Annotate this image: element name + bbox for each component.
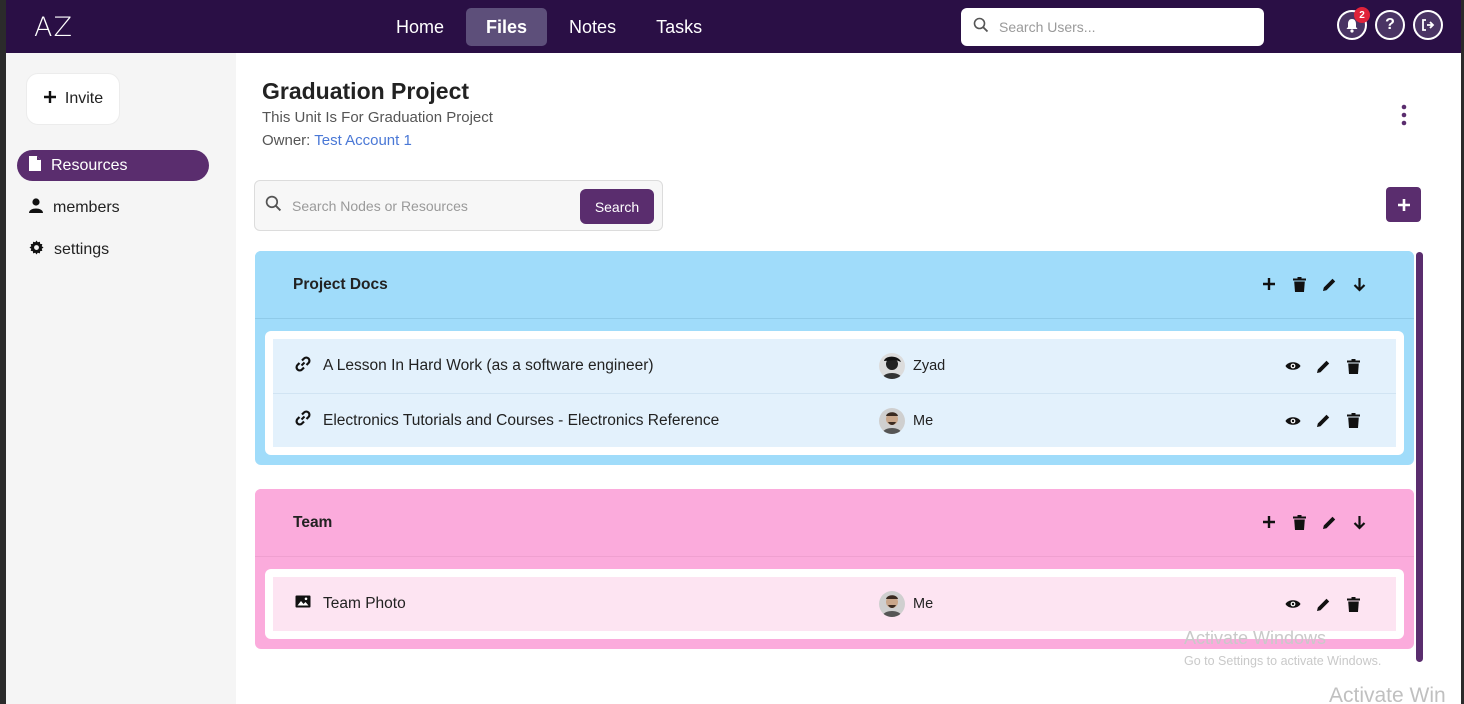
top-navbar: AZ Home Files Notes Tasks 2 ? xyxy=(6,0,1461,53)
page-title: Graduation Project xyxy=(262,78,470,104)
trash-icon[interactable] xyxy=(1291,275,1307,293)
help-button[interactable]: ? xyxy=(1375,10,1405,40)
resource-owner: Me xyxy=(879,591,933,617)
more-options-button[interactable] xyxy=(1395,104,1413,126)
invite-button[interactable]: Invite xyxy=(26,73,120,125)
file-icon xyxy=(29,155,41,176)
node-header[interactable]: Project Docs xyxy=(255,251,1414,319)
resource-name[interactable]: Electronics Tutorials and Courses - Elec… xyxy=(323,412,719,430)
scrollbar[interactable] xyxy=(1416,252,1423,662)
resource-actions xyxy=(1285,412,1361,430)
sidebar-item-resources[interactable]: Resources xyxy=(17,150,209,181)
sidebar-item-members[interactable]: members xyxy=(17,192,209,223)
trash-icon[interactable] xyxy=(1291,513,1307,531)
activation-watermark-title: Activate Windows xyxy=(1184,628,1327,648)
user-search-box xyxy=(961,8,1264,46)
main-nav: Home Files Notes Tasks xyxy=(378,8,720,46)
plus-icon xyxy=(1397,198,1410,211)
arrow-down-icon[interactable] xyxy=(1351,513,1367,531)
resource-owner: Zyad xyxy=(879,353,945,379)
image-icon xyxy=(295,595,311,613)
pencil-icon[interactable] xyxy=(1321,513,1337,531)
resource-row[interactable]: Team Photo Me xyxy=(273,577,1396,631)
avatar xyxy=(879,407,905,434)
nav-home[interactable]: Home xyxy=(378,8,462,46)
project-owner: Owner: Test Account 1 xyxy=(262,132,412,149)
sidebar: Invite Resources members settings xyxy=(6,53,236,704)
owner-name: Me xyxy=(913,596,934,612)
eye-icon[interactable] xyxy=(1285,412,1301,430)
pencil-icon[interactable] xyxy=(1321,275,1337,293)
node-card: Project Docs A Lesson In Hard Work (as a… xyxy=(255,251,1414,465)
node-actions xyxy=(1261,275,1367,293)
resource-actions xyxy=(1285,357,1361,375)
owner-name: Me xyxy=(913,412,934,429)
activation-watermark-subtitle: Go to Settings to activate Windows. xyxy=(1184,654,1382,668)
app-logo[interactable]: AZ xyxy=(34,12,73,43)
search-icon xyxy=(973,17,989,38)
eye-icon[interactable] xyxy=(1285,357,1301,375)
resource-search-input[interactable] xyxy=(292,197,562,214)
nav-files[interactable]: Files xyxy=(466,8,548,46)
add-node-button[interactable] xyxy=(1386,187,1421,222)
trash-icon[interactable] xyxy=(1345,412,1361,430)
resource-owner: Me xyxy=(879,407,934,434)
owner-name: Zyad xyxy=(913,358,946,374)
top-actions: 2 ? xyxy=(1337,7,1443,40)
sidebar-item-label: settings xyxy=(54,240,110,258)
logout-button[interactable] xyxy=(1413,10,1443,40)
sidebar-item-label: Resources xyxy=(51,156,128,174)
owner-link[interactable]: Test Account 1 xyxy=(314,132,412,149)
link-icon xyxy=(295,410,311,431)
resource-row[interactable]: A Lesson In Hard Work (as a software eng… xyxy=(273,339,1396,393)
resource-actions xyxy=(1285,595,1361,613)
add-resource-icon[interactable] xyxy=(1261,513,1277,531)
resource-name[interactable]: Team Photo xyxy=(323,595,406,613)
trash-icon[interactable] xyxy=(1345,357,1361,375)
pencil-icon[interactable] xyxy=(1315,412,1331,430)
sidebar-item-label: members xyxy=(53,198,120,216)
sidebar-item-settings[interactable]: settings xyxy=(17,234,209,265)
link-icon xyxy=(295,355,311,377)
notification-badge: 2 xyxy=(1354,7,1370,23)
activation-watermark-large: Activate Win xyxy=(1329,684,1446,704)
invite-label: Invite xyxy=(64,90,104,107)
project-description: This Unit Is For Graduation Project xyxy=(262,109,493,126)
arrow-down-icon[interactable] xyxy=(1351,275,1367,293)
gear-icon xyxy=(29,239,44,260)
logout-icon xyxy=(1415,12,1441,38)
node-resource-list: A Lesson In Hard Work (as a software eng… xyxy=(265,331,1404,455)
node-card: Team Team Photo Me xyxy=(255,489,1414,649)
resource-name[interactable]: A Lesson In Hard Work (as a software eng… xyxy=(323,357,654,375)
kebab-icon xyxy=(1401,104,1407,126)
pencil-icon[interactable] xyxy=(1315,357,1331,375)
resource-row[interactable]: Electronics Tutorials and Courses - Elec… xyxy=(273,393,1396,447)
nav-tasks[interactable]: Tasks xyxy=(638,8,720,46)
user-search-input[interactable] xyxy=(999,19,1239,35)
pencil-icon[interactable] xyxy=(1315,595,1331,613)
resource-search-box: Search xyxy=(254,180,663,231)
node-title: Project Docs xyxy=(293,275,388,293)
plus-icon xyxy=(43,90,57,109)
search-button[interactable]: Search xyxy=(580,189,654,224)
eye-icon[interactable] xyxy=(1285,595,1301,613)
avatar xyxy=(879,353,905,379)
add-resource-icon[interactable] xyxy=(1261,275,1277,293)
node-header[interactable]: Team xyxy=(255,489,1414,557)
search-icon xyxy=(265,195,282,217)
owner-label: Owner: xyxy=(262,132,311,149)
trash-icon[interactable] xyxy=(1345,595,1361,613)
avatar xyxy=(879,591,905,617)
help-icon: ? xyxy=(1377,12,1403,38)
user-icon xyxy=(29,197,43,218)
notifications-button[interactable]: 2 xyxy=(1337,7,1370,40)
nav-notes[interactable]: Notes xyxy=(551,8,634,46)
node-title: Team xyxy=(293,513,333,531)
node-actions xyxy=(1261,513,1367,531)
